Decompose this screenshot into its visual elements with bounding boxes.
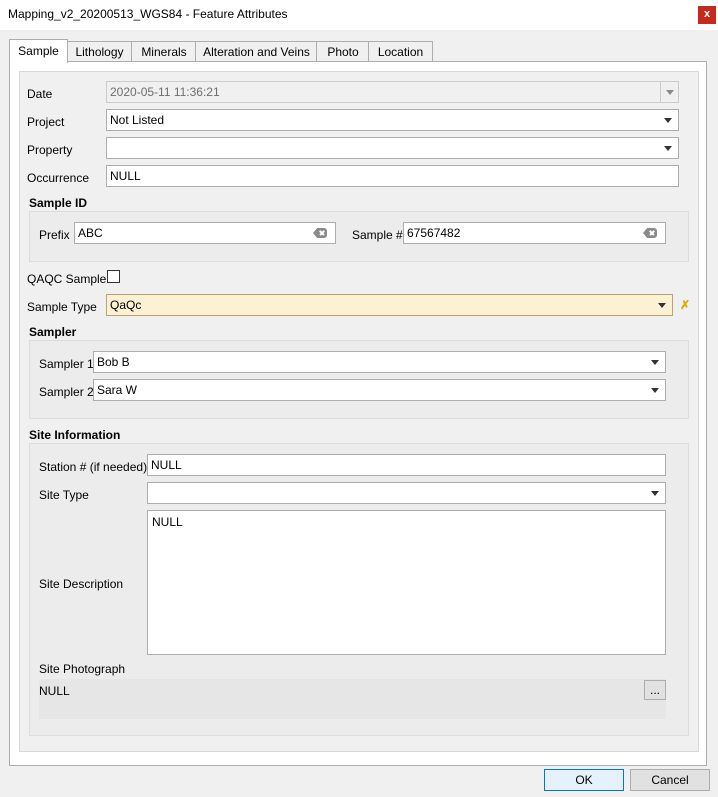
property-label: Property <box>27 143 73 157</box>
sampler2-label: Sampler 2 <box>39 385 94 399</box>
site-description-textarea[interactable]: NULL <box>147 510 666 655</box>
prefix-input[interactable]: ABC <box>74 222 336 244</box>
site-info-heading: Site Information <box>29 428 121 442</box>
sampler1-value: Bob B <box>97 355 130 369</box>
date-dropdown-button <box>660 82 678 102</box>
property-select[interactable] <box>106 137 679 159</box>
clear-icon[interactable] <box>313 228 327 238</box>
chevron-down-icon <box>664 118 672 123</box>
site-type-select[interactable] <box>147 482 666 504</box>
occurrence-input[interactable]: NULL <box>106 165 679 187</box>
tab-alteration-and-veins[interactable]: Alteration and Veins <box>195 41 318 62</box>
site-description-label: Site Description <box>39 577 124 591</box>
tab-sample[interactable]: Sample <box>9 39 68 63</box>
ok-button[interactable]: OK <box>544 769 624 791</box>
reset-icon[interactable]: ✗ <box>680 298 690 312</box>
tab-minerals[interactable]: Minerals <box>131 41 197 62</box>
sample-type-value: QaQc <box>110 298 142 312</box>
sampler1-label: Sampler 1 <box>39 357 94 371</box>
qaqc-label: QAQC Sample? <box>27 272 114 286</box>
site-photograph-label: Site Photograph <box>39 662 126 676</box>
chevron-down-icon <box>651 360 659 365</box>
sample-id-heading: Sample ID <box>29 196 88 210</box>
qaqc-checkbox[interactable] <box>107 270 120 283</box>
date-value: 2020-05-11 11:36:21 <box>110 85 220 99</box>
site-type-label: Site Type <box>39 488 89 502</box>
sample-type-label: Sample Type <box>27 300 97 314</box>
chevron-down-icon <box>651 491 659 496</box>
chevron-down-icon <box>651 388 659 393</box>
prefix-label: Prefix <box>39 228 70 242</box>
sample-number-label: Sample # <box>352 228 403 242</box>
date-field: 2020-05-11 11:36:21 <box>106 81 679 103</box>
sample-number-value: 67567482 <box>407 226 461 240</box>
tab-photo[interactable]: Photo <box>316 41 370 62</box>
browse-button[interactable]: ... <box>644 680 666 700</box>
sample-type-select[interactable]: QaQc <box>106 294 673 316</box>
project-value: Not Listed <box>110 113 165 127</box>
date-label: Date <box>27 87 53 101</box>
close-button[interactable]: x <box>698 6 716 24</box>
tab-location[interactable]: Location <box>368 41 433 62</box>
project-select[interactable]: Not Listed <box>106 109 679 131</box>
window-title: Mapping_v2_20200513_WGS84 - Feature Attr… <box>8 7 288 21</box>
sample-number-input[interactable]: 67567482 <box>403 222 666 244</box>
station-input[interactable]: NULL <box>147 454 666 476</box>
cancel-button[interactable]: Cancel <box>630 769 710 791</box>
site-photograph-area <box>39 679 666 719</box>
sampler-heading: Sampler <box>29 325 77 339</box>
sampler2-select[interactable]: Sara W <box>93 379 666 401</box>
chevron-down-icon <box>658 303 666 308</box>
sampler2-value: Sara W <box>97 383 138 397</box>
clear-icon[interactable] <box>643 228 657 238</box>
site-photograph-value: NULL <box>39 684 70 698</box>
project-label: Project <box>27 115 65 129</box>
tab-lithology[interactable]: Lithology <box>66 41 133 62</box>
occurrence-label: Occurrence <box>27 171 90 185</box>
chevron-down-icon <box>664 146 672 151</box>
station-label: Station # (if needed) <box>39 460 148 474</box>
chevron-down-icon <box>666 90 674 95</box>
prefix-value: ABC <box>78 226 103 240</box>
sampler1-select[interactable]: Bob B <box>93 351 666 373</box>
